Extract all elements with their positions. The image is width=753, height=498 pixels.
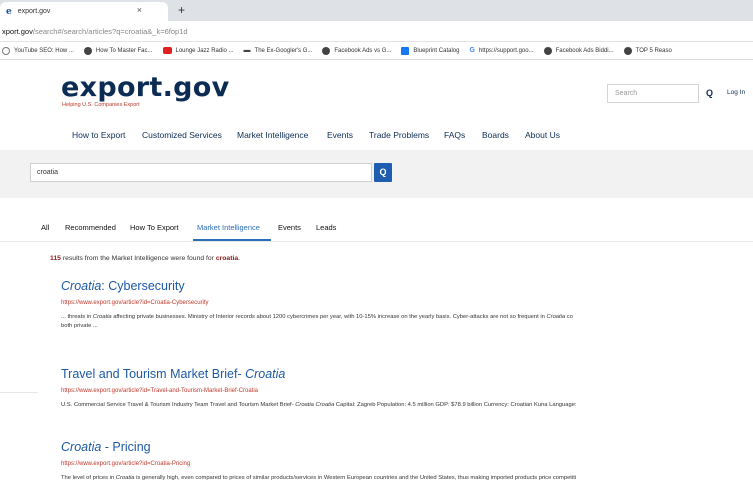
login-link[interactable]: Log In	[727, 89, 745, 96]
result-snippet: The level of prices in Croatia is genera…	[61, 474, 753, 483]
bookmark-label: TOP 5 Reaso	[635, 47, 672, 54]
facet-events[interactable]: Events	[278, 223, 301, 232]
main-nav: How to Export Customized Services Market…	[0, 124, 753, 146]
nav-trade-problems[interactable]: Trade Problems	[369, 130, 429, 140]
facet-how-to-export[interactable]: How To Export	[130, 223, 179, 232]
snippet-text: U.S. Commercial Service Travel & Tourism…	[61, 402, 296, 408]
bookmark-label: Facebook Ads vs G...	[334, 47, 392, 54]
google-icon: G	[469, 47, 475, 54]
results-count: 115 results from the Market Intelligence…	[50, 255, 240, 262]
results-count-term: croatia	[215, 255, 239, 262]
snippet-text: is generally high, even compared to pric…	[134, 475, 577, 481]
facet-market-intelligence[interactable]: Market Intelligence	[197, 223, 260, 232]
result-title[interactable]: Croatia: Cybersecurity	[61, 279, 753, 293]
bookmark-item[interactable]: TOP 5 Reaso	[623, 46, 672, 55]
facet-all[interactable]: All	[41, 223, 49, 232]
facet-recommended[interactable]: Recommended	[65, 223, 116, 232]
result-title-italic: Croatia	[61, 279, 102, 293]
facet-leads[interactable]: Leads	[316, 223, 336, 232]
nav-how-to-export[interactable]: How to Export	[72, 130, 125, 140]
nav-about-us[interactable]: About Us	[525, 130, 560, 140]
bookmark-label: Facebook Ads Biddi...	[555, 47, 614, 54]
result-title-italic: Croatia	[61, 440, 102, 454]
result-title-italic: Croatia	[245, 367, 286, 381]
browser-tab[interactable]: e export.gov ×	[0, 2, 168, 21]
bookmark-label: Blueprint Catalog	[413, 47, 460, 54]
facebook-icon	[401, 46, 410, 55]
snippet-text: The level of prices in	[61, 475, 116, 481]
snippet-text: both private ...	[61, 323, 98, 329]
result-url[interactable]: https://www.export.gov/article?id=Travel…	[61, 388, 753, 394]
snippet-italic: Croatia	[92, 314, 112, 320]
bookmark-item[interactable]: Blueprint Catalog	[401, 46, 460, 55]
snippet-italic: Croatia	[115, 475, 135, 481]
result-snippet: U.S. Commercial Service Travel & Tourism…	[61, 401, 753, 410]
results-count-number: 115	[50, 255, 61, 262]
result-snippet: ... threats in Croatia affecting private…	[61, 313, 753, 331]
snippet-text: affecting private businesses. Ministry o…	[111, 314, 547, 320]
result-title-text: : Cybersecurity	[101, 279, 185, 293]
snippet-italic: Croatia Croatia	[295, 402, 335, 408]
ie-logo-icon: e	[6, 6, 12, 17]
results-count-text: results from the Market Intelligence wer…	[60, 255, 216, 262]
bookmark-item[interactable]: YouTube SEO: How ...	[2, 46, 74, 55]
snippet-text: co	[565, 314, 573, 320]
bookmark-item[interactable]: Ghttps://support.goo...	[469, 47, 533, 54]
result-facets: All Recommended How To Export Market Int…	[0, 218, 753, 242]
query-input[interactable]: croatia	[30, 163, 372, 182]
tv-icon: ▬	[243, 47, 251, 54]
bookmark-label: YouTube SEO: How ...	[14, 47, 74, 54]
dark-circle-icon	[623, 46, 632, 55]
nav-faqs[interactable]: FAQs	[444, 130, 465, 140]
nav-events[interactable]: Events	[327, 130, 353, 140]
snippet-italic: Croatia	[546, 314, 566, 320]
snippet-text: ... threats in	[61, 314, 93, 320]
divider	[0, 392, 38, 393]
url-host: xport.gov	[2, 27, 33, 36]
result-title[interactable]: Croatia - Pricing	[61, 440, 753, 454]
bookmark-item[interactable]: How To Master Fac...	[83, 46, 153, 55]
bookmark-item[interactable]: Facebook Ads Biddi...	[543, 46, 614, 55]
result-title-text: - Pricing	[101, 440, 151, 454]
browser-tabstrip: e export.gov × +	[0, 0, 753, 21]
search-result: Croatia: Cybersecurity https://www.expor…	[61, 279, 753, 331]
site-search-input[interactable]: Search	[607, 84, 699, 103]
tab-title: export.gov	[17, 8, 51, 15]
bookmark-item[interactable]: Lounge Jazz Radio ...	[162, 47, 234, 54]
bookmark-label: The Ex-Googler's G...	[254, 47, 313, 54]
address-bar[interactable]: xport.gov/search#/search/articles?q=croa…	[0, 21, 753, 42]
ring-icon	[2, 46, 10, 55]
dark-circle-icon	[322, 46, 331, 55]
result-url[interactable]: https://www.export.gov/article?id=Croati…	[61, 300, 753, 306]
bookmark-item[interactable]: ▬ The Ex-Googler's G...	[244, 47, 313, 54]
nav-boards[interactable]: Boards	[482, 130, 509, 140]
nav-customized-services[interactable]: Customized Services	[142, 130, 222, 140]
search-result: Travel and Tourism Market Brief- Croatia…	[61, 367, 753, 410]
close-tab-icon[interactable]: ×	[137, 5, 142, 15]
new-tab-button[interactable]: +	[178, 3, 185, 17]
search-icon[interactable]: Q	[706, 88, 713, 98]
query-search-button[interactable]: Q	[374, 163, 392, 182]
bookmark-label: Lounge Jazz Radio ...	[175, 47, 234, 54]
result-url[interactable]: https://www.export.gov/article?id=Croati…	[61, 461, 753, 467]
bookmark-item[interactable]: Facebook Ads vs G...	[322, 46, 392, 55]
youtube-icon	[162, 47, 172, 54]
result-title[interactable]: Travel and Tourism Market Brief- Croatia	[61, 367, 753, 381]
url-path: /search#/search/articles?q=croatia&_k=6f…	[32, 27, 188, 36]
nav-market-intelligence[interactable]: Market Intelligence	[237, 130, 308, 140]
bookmarks-bar: YouTube SEO: How ... How To Master Fac..…	[0, 42, 753, 60]
bookmark-label: How To Master Fac...	[95, 47, 153, 54]
dark-circle-icon	[83, 46, 92, 55]
divider	[0, 241, 753, 242]
result-title-text: Travel and Tourism Market Brief-	[61, 367, 246, 381]
dark-circle-icon	[543, 46, 552, 55]
site-logo[interactable]: export.gov	[61, 72, 230, 103]
snippet-text: Capital: Zagreb Population: 4.5 million …	[334, 402, 577, 408]
site-tagline: Helping U.S. Companies Export	[62, 102, 140, 108]
bookmark-label: https://support.goo...	[478, 47, 534, 54]
results-count-suffix: .	[238, 255, 241, 262]
search-result: Croatia - Pricing https://www.export.gov…	[61, 440, 753, 483]
